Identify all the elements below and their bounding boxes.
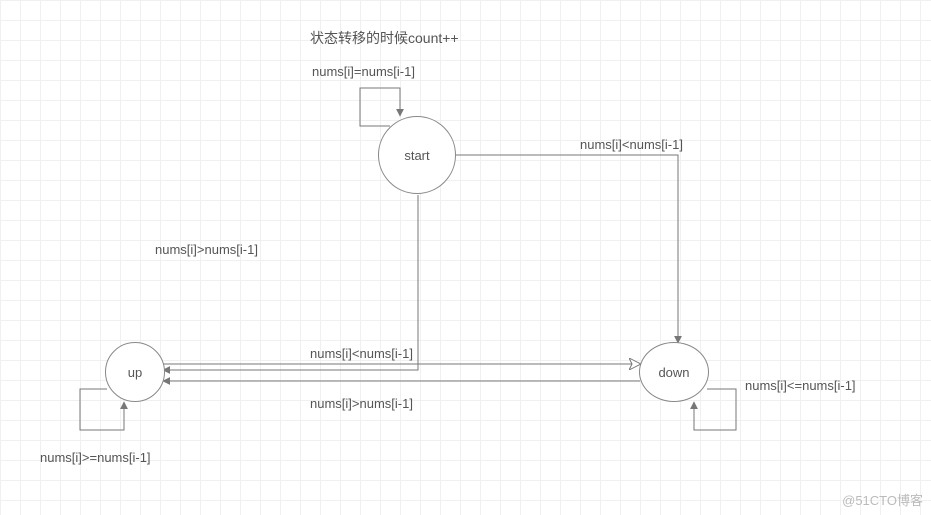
label-up-self: nums[i]>=nums[i-1] (40, 450, 151, 465)
node-up: up (105, 342, 165, 402)
label-start-to-up: nums[i]>nums[i-1] (155, 242, 258, 257)
node-down-label: down (658, 365, 689, 380)
label-down-to-up: nums[i]>nums[i-1] (310, 396, 413, 411)
node-down: down (639, 342, 709, 402)
edge-start-self (360, 88, 400, 126)
edge-down-self (694, 389, 736, 430)
edges-layer (0, 0, 931, 515)
label-start-self: nums[i]=nums[i-1] (312, 64, 415, 79)
label-up-to-down: nums[i]<nums[i-1] (310, 346, 413, 361)
edge-start-to-up (163, 195, 418, 370)
label-start-to-down: nums[i]<nums[i-1] (580, 137, 683, 152)
node-start-label: start (404, 148, 429, 163)
node-up-label: up (128, 365, 142, 380)
node-start: start (378, 116, 456, 194)
diagram-title: 状态转移的时候count++ (310, 28, 459, 48)
watermark: @51CTO博客 (842, 490, 923, 509)
label-down-self: nums[i]<=nums[i-1] (745, 378, 856, 393)
edge-start-to-down (446, 155, 678, 343)
